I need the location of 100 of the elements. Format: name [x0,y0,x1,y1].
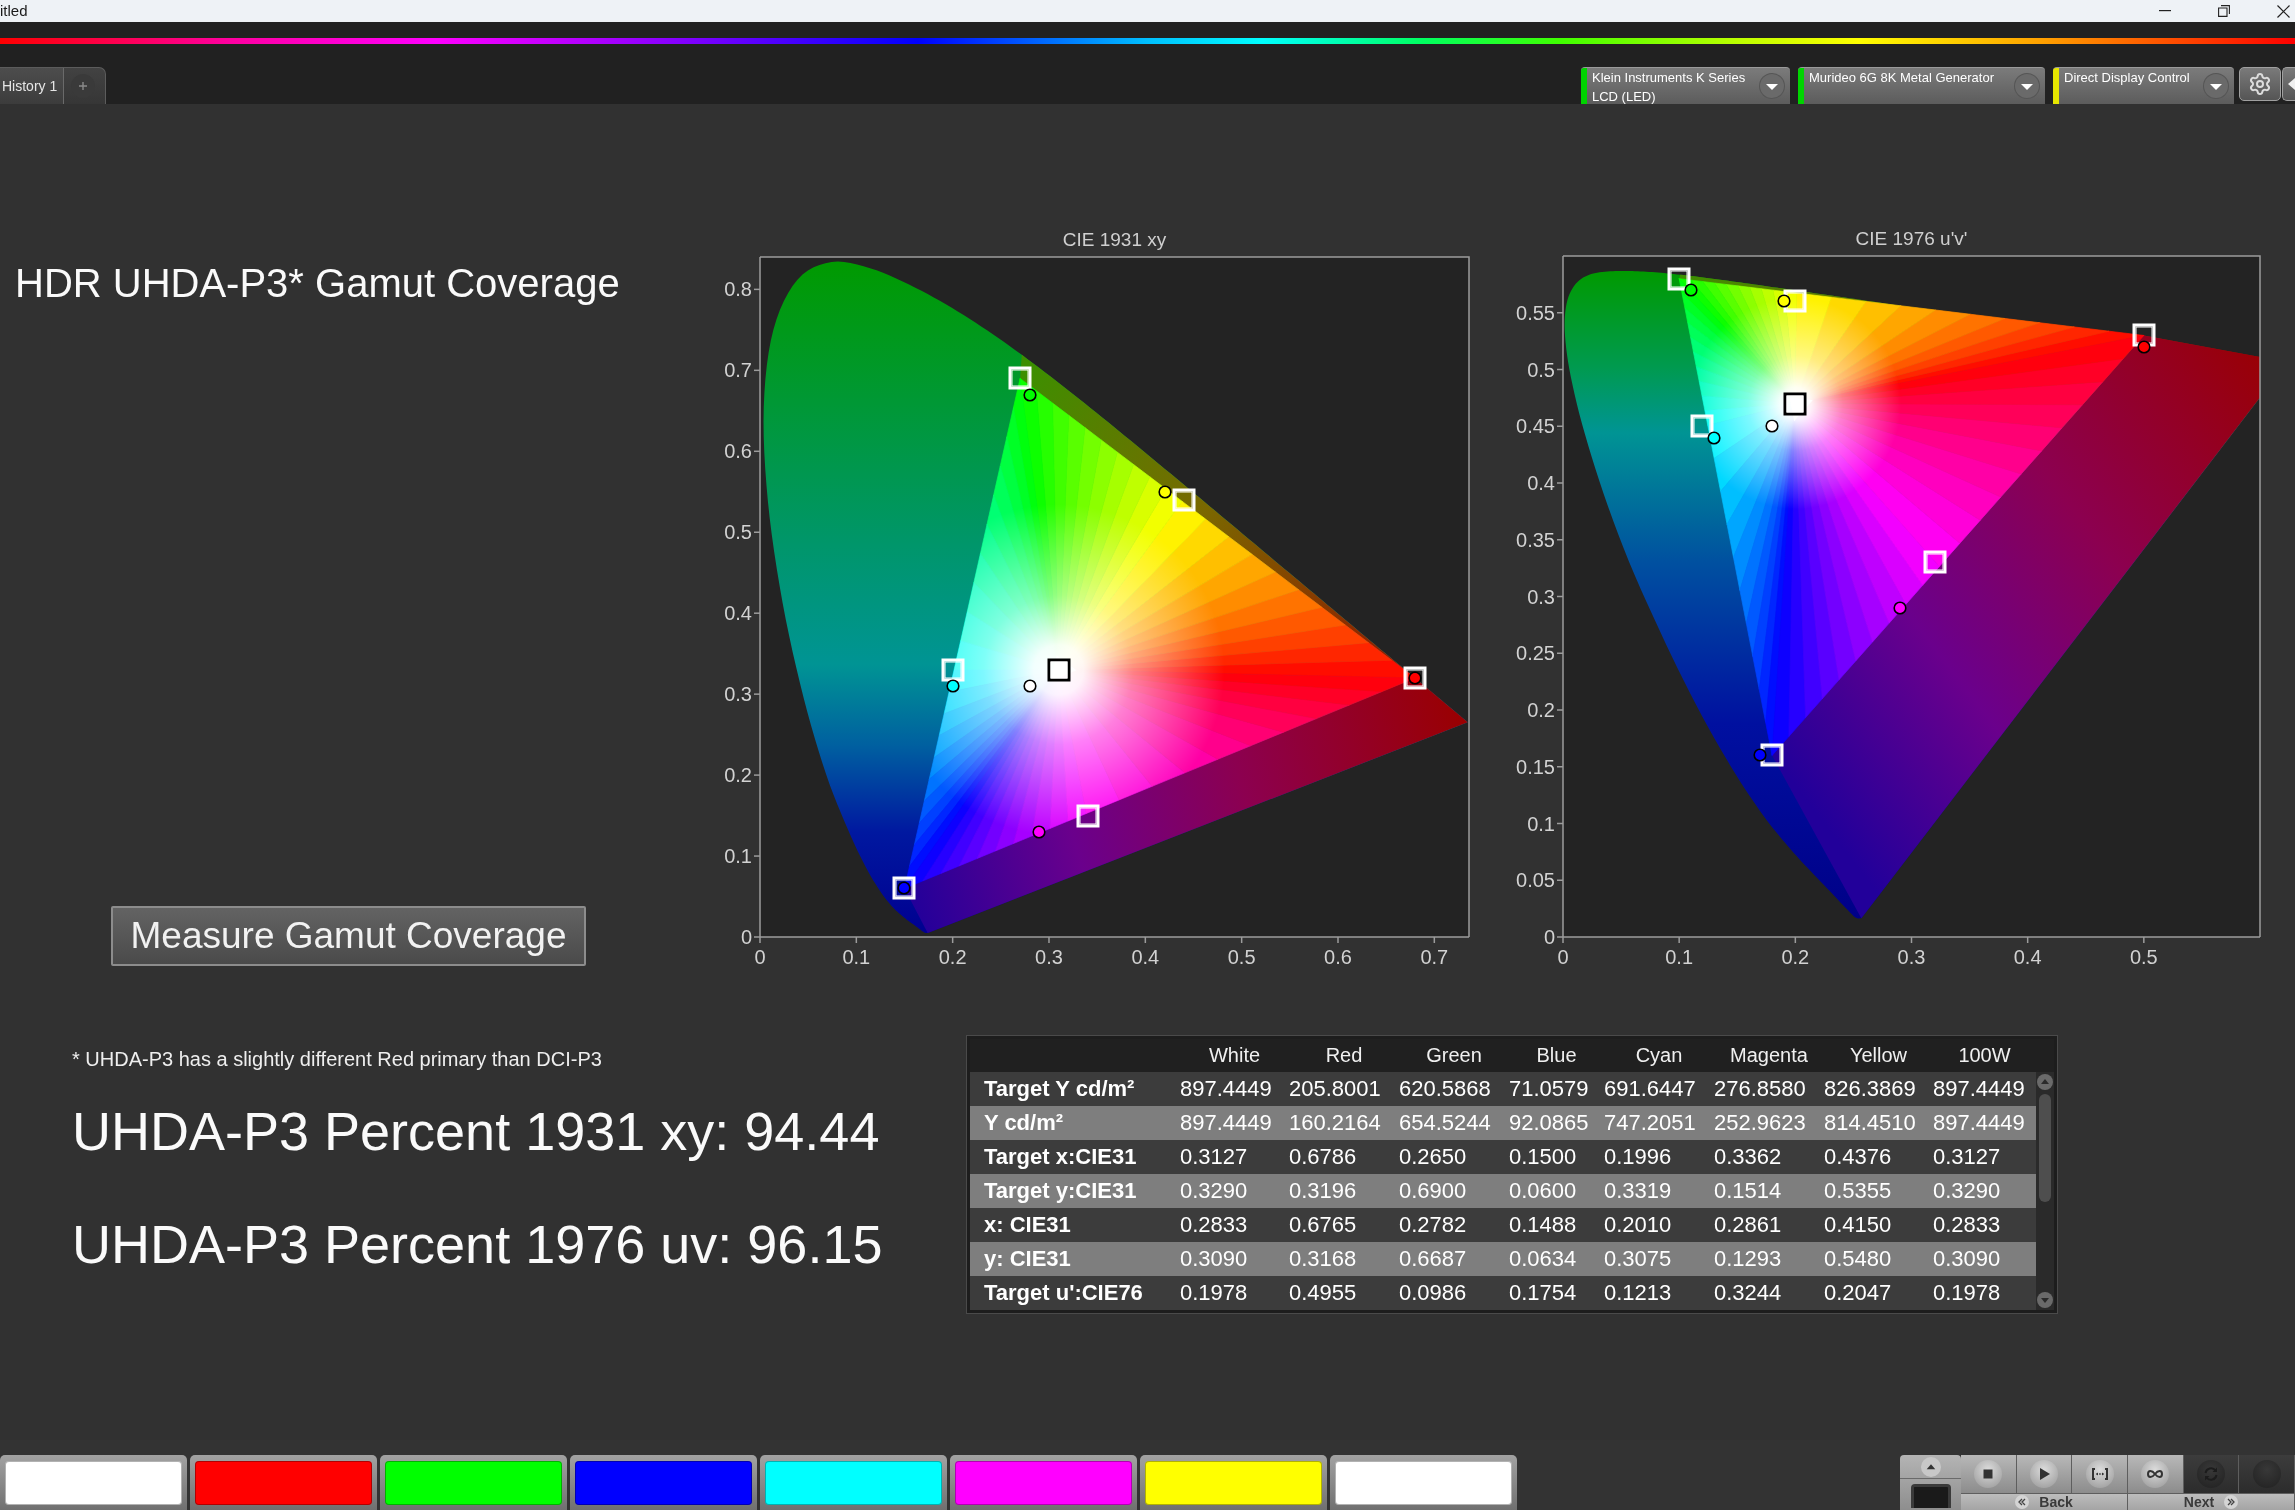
double-chevron-left-icon [2015,1495,2030,1509]
table-cell-text: 0.3319 [1604,1177,1673,1205]
table-cell-text: 0.1996 [1604,1143,1673,1171]
column-header: White [1207,1043,1262,1068]
column-header: Red [1324,1043,1364,1068]
play-button[interactable] [2016,1455,2073,1493]
column-header: Yellow [1848,1043,1909,1068]
y-tick-label: 0.45 [1516,415,1555,438]
table-cell-text: 0.1514 [1714,1177,1783,1205]
measure-button[interactable]: Measure Gamut Coverage [111,906,586,966]
scroll-up-button[interactable] [2037,1074,2053,1090]
scroll-down-button[interactable] [2037,1292,2053,1308]
table-cell-text: 814.4510 [1824,1109,1917,1137]
caret-left-icon [2286,76,2295,92]
table-cell-text: 0.2833 [1933,1211,2002,1239]
y-tick-label: 0 [1543,926,1555,948]
column-header: 100W [1957,1043,2012,1068]
device-dropdown[interactable]: Klein Instruments K Series LCD (LED) [1581,67,1790,104]
table-cell-text: 0.3127 [1933,1143,2002,1171]
y-tick-label: 0.6 [724,440,752,463]
table-cell-text: 0.5480 [1824,1245,1893,1273]
x-tick-label: 0.2 [938,946,967,968]
preview-screen [1910,1484,1951,1508]
table-cell-text: 0.3127 [1180,1143,1249,1171]
x-tick-label: 0.3 [1035,946,1063,968]
scrollbar-thumb[interactable] [2039,1094,2051,1202]
y-tick-label: 0.1 [724,845,752,868]
chart-title: CIE 1976 u'v' [1855,228,1968,249]
table-cell-text: 0.1500 [1509,1143,1578,1171]
table-cell-text: 0.1754 [1509,1279,1578,1307]
row-header: y: CIE31 [983,1245,1072,1273]
x-tick-label: 0 [1557,946,1569,968]
table-cell-text: 0.6786 [1289,1143,1358,1171]
table-cell-text: 0.2047 [1824,1279,1893,1307]
collapse-button[interactable] [2282,67,2295,101]
caret-up-icon [1920,1456,1941,1477]
x-tick-label: 0.4 [2013,946,2042,968]
table-cell-text: 0.3075 [1604,1245,1673,1273]
table-cell-text: 0.6900 [1399,1177,1468,1205]
y-tick-label: 0.5 [724,521,752,544]
y-tick-label: 0.4 [1527,472,1555,494]
row-header: Y cd/m² [983,1109,1065,1137]
x-tick-label: 0.6 [1324,946,1352,968]
next-button[interactable]: Next [2128,1493,2295,1510]
table-cell-text: 0.3196 [1289,1177,1358,1205]
caret-down-icon [2203,73,2229,99]
x-tick-label: 0.3 [1897,946,1926,968]
device-dropdown[interactable]: Direct Display Control [2053,67,2234,104]
color-patch-button[interactable] [380,1455,567,1510]
color-patch-button[interactable] [1140,1455,1327,1510]
sync-icon [2197,1460,2225,1488]
color-patch-button[interactable] [570,1455,757,1510]
y-tick-label: 0.8 [724,278,752,301]
column-header: Blue [1535,1043,1578,1068]
color-patch-button[interactable] [190,1455,377,1510]
y-tick-label: 0.7 [724,359,752,382]
settings-button[interactable] [2239,67,2281,101]
table-cell-text: 0.4150 [1824,1211,1893,1239]
color-patch-button[interactable] [760,1455,947,1510]
table-cell-text: 0.2833 [1180,1211,1249,1239]
table-cell-text: 0.0634 [1509,1245,1578,1273]
table-cell-text: 620.5868 [1399,1075,1492,1103]
x-tick-label: 0.5 [1227,946,1256,968]
stop-button[interactable] [1961,1455,2017,1493]
table-cell-text: 654.5244 [1399,1109,1492,1137]
range-button[interactable] [2072,1455,2128,1493]
table-cell-text: 897.4449 [1933,1075,2026,1103]
column-header: Cyan [1634,1043,1684,1068]
x-tick-label: 0.2 [1781,946,1810,968]
table-cell-text: 897.4449 [1180,1075,1273,1103]
footnote: * UHDA-P3 has a slightly different Red primary than DCI-P3 [72,1048,603,1071]
caret-down-icon [1759,73,1785,99]
table-cell-text: 0.3168 [1289,1245,1358,1273]
table-cell-text: 205.8001 [1289,1075,1382,1103]
x-tick-label: 0.1 [1665,946,1694,968]
color-patch-button[interactable] [950,1455,1137,1510]
tab[interactable]: History 1 [0,68,65,104]
table-cell-text: 160.2164 [1289,1109,1382,1137]
color-patch-button[interactable] [1330,1455,1517,1510]
table-cell-text: 0.3090 [1933,1245,2002,1273]
chart-title: CIE 1931 xy [1062,229,1167,250]
table-cell-text: 0.4955 [1289,1279,1358,1307]
table-cell-text: 897.4449 [1180,1109,1273,1137]
coverage-result: UHDA-P3 Percent 1976 uv: 96.15 [72,1213,884,1276]
infinity-icon [2141,1460,2170,1488]
y-tick-label: 0.35 [1516,528,1555,551]
x-tick-label: 0.1 [842,946,871,968]
restore-icon [2218,5,2230,17]
y-tick-label: 0.15 [1516,755,1555,778]
device-dropdown[interactable]: Murideo 6G 8K Metal Generator [1798,67,2045,104]
loop-button[interactable] [2128,1455,2184,1493]
color-patch-button[interactable] [0,1455,187,1510]
table-cell-text: 0.1213 [1604,1279,1673,1307]
table-cell-text: 71.0579 [1509,1075,1590,1103]
row-header: x: CIE31 [983,1211,1072,1239]
x-tick-label: 0 [754,946,766,968]
y-tick-label: 0.05 [1516,869,1555,892]
table-cell-text: 0.2782 [1399,1211,1468,1239]
row-header: Target y:CIE31 [983,1177,1138,1205]
back-button[interactable]: Back [1961,1493,2128,1510]
